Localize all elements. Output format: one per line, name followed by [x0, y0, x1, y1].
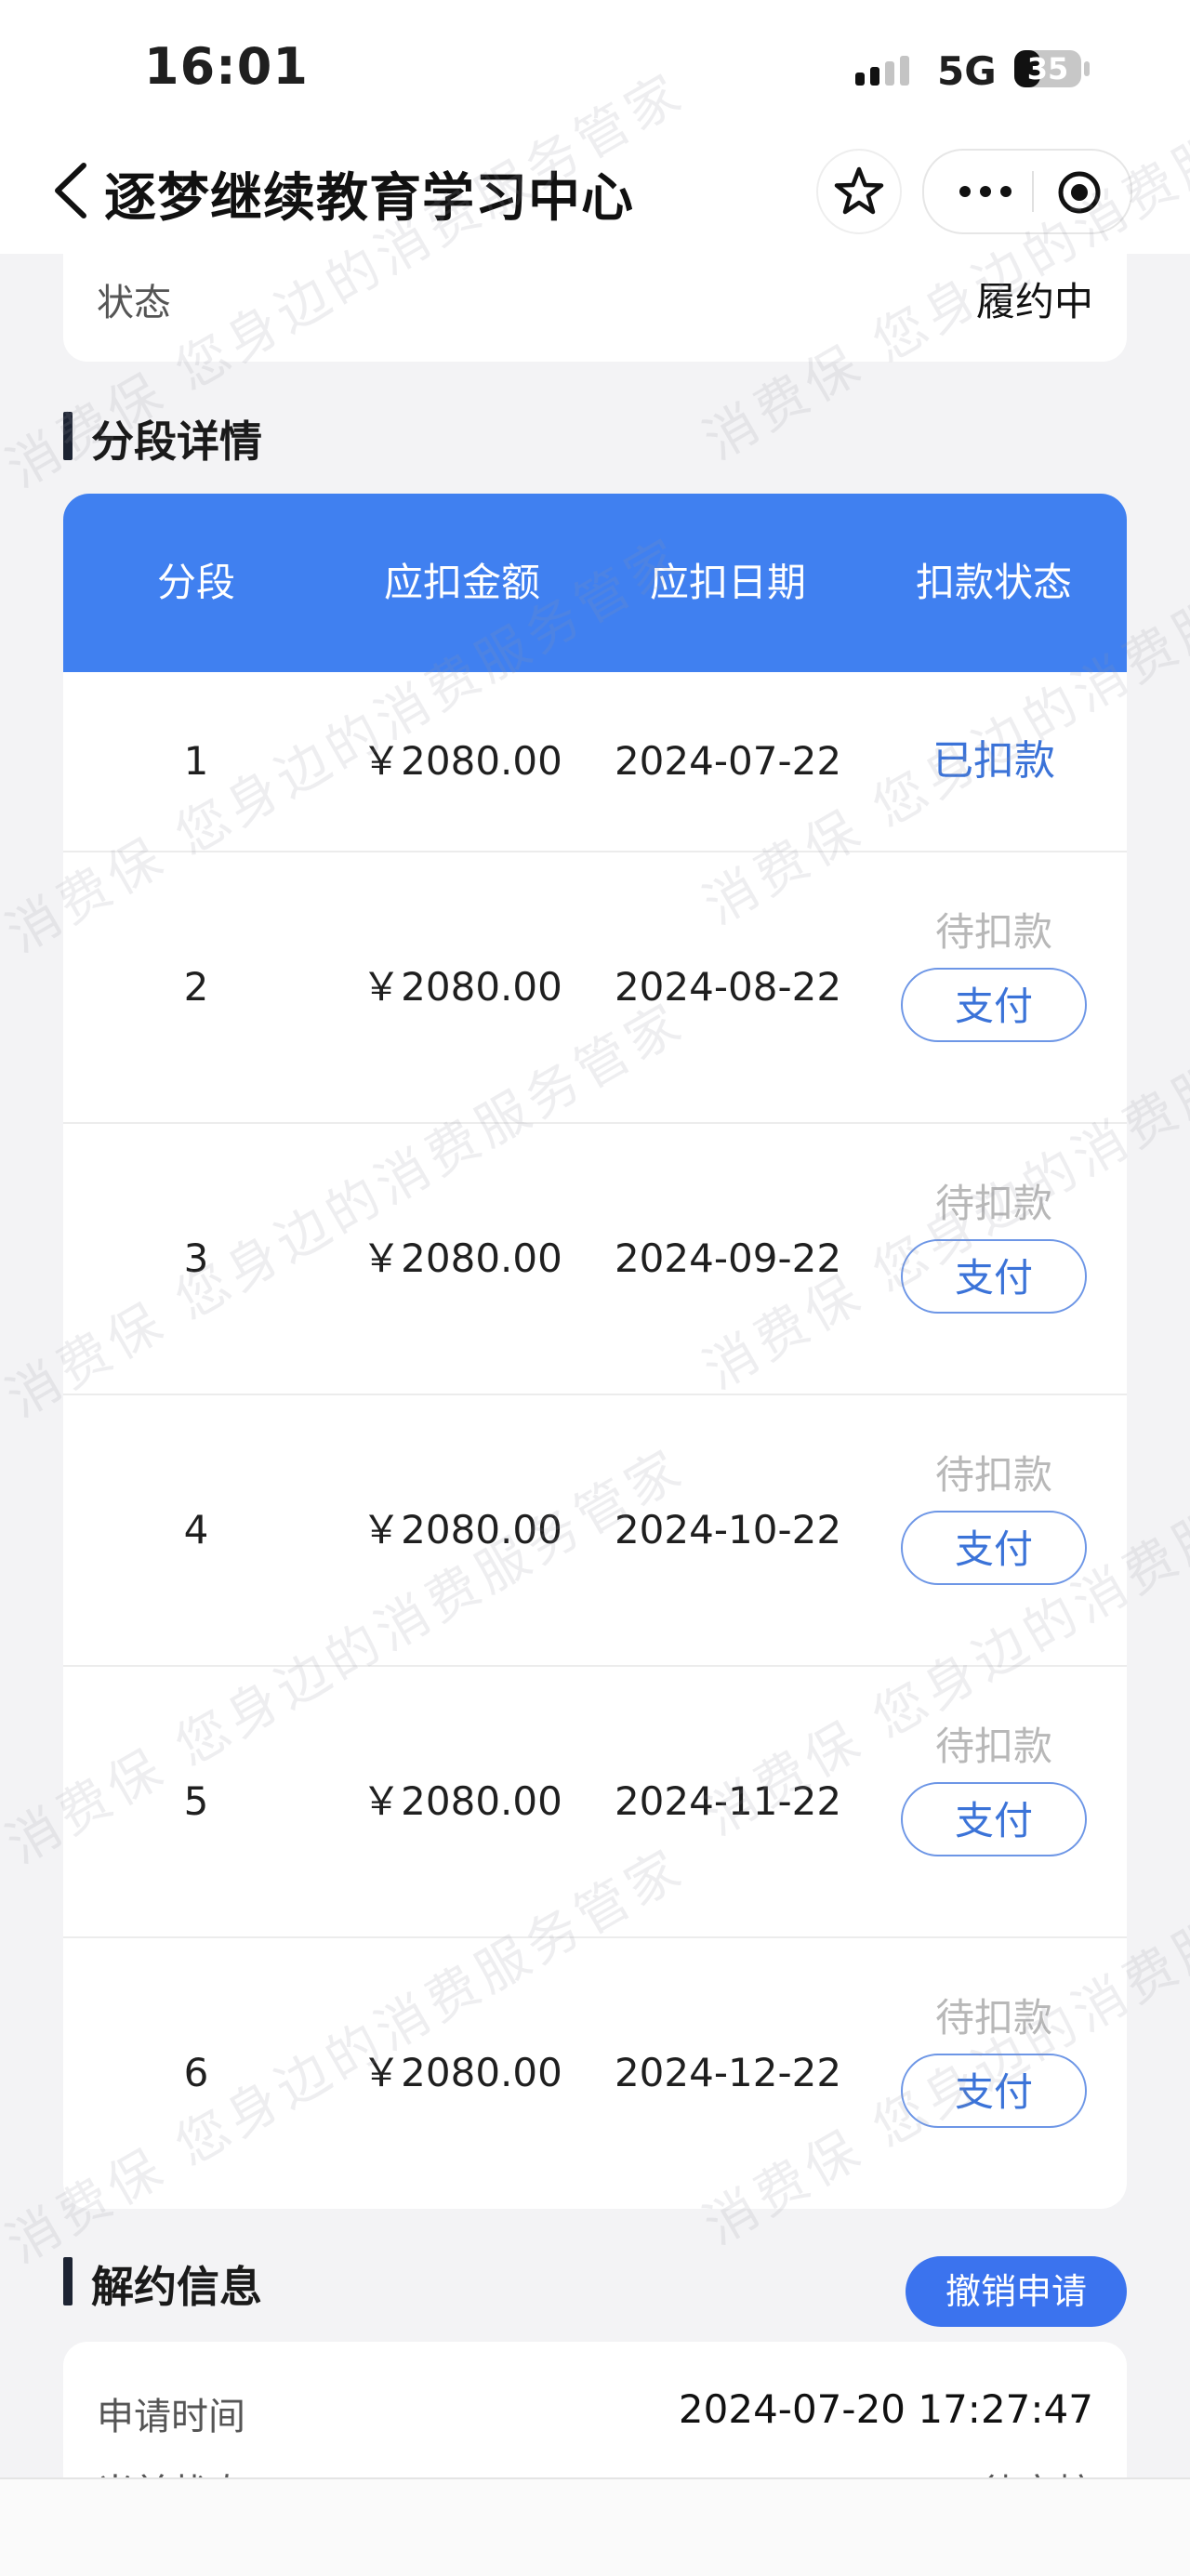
section-accent-bar: [63, 412, 73, 460]
segment-status: 待扣款: [934, 909, 1052, 955]
apply-time-value: 2024-07-20 17:27:47: [678, 2386, 1093, 2432]
segment-index: 5: [183, 1778, 209, 1824]
bottom-bar: [0, 2477, 1190, 2576]
segment-status: 待扣款: [934, 1181, 1052, 1226]
battery-level: 35: [1026, 51, 1069, 86]
page-title: 逐梦继续教育学习中心: [104, 168, 634, 229]
signal-icon: [855, 56, 909, 86]
segment-amount: ￥2080.00: [362, 964, 562, 1010]
star-icon: [834, 166, 884, 215]
apply-time-label: 申请时间: [97, 2396, 245, 2438]
favorite-button[interactable]: [816, 149, 902, 234]
network-type: 5G: [937, 48, 997, 94]
table-header: 分段 应扣金额 应扣日期 扣款状态: [63, 494, 1127, 672]
segment-amount: ￥2080.00: [362, 1235, 562, 1281]
segment-date: 2024-10-22: [614, 1507, 842, 1552]
table-row: 1 ￥2080.00 2024-07-22 已扣款: [63, 672, 1127, 852]
close-miniapp-icon[interactable]: [1056, 169, 1103, 216]
revoke-application-button[interactable]: 撤销申请: [906, 2256, 1127, 2327]
pay-button[interactable]: 支付: [901, 2054, 1087, 2128]
segment-status-cell: 待扣款 支付: [861, 1124, 1127, 1394]
segment-index: 6: [183, 2050, 209, 2095]
cancellation-title: 解约信息: [91, 2262, 262, 2312]
capsule-divider: [1032, 171, 1034, 212]
back-arrow-icon[interactable]: [48, 158, 93, 223]
segment-status: 待扣款: [934, 1724, 1052, 1769]
table-row: 3 ￥2080.00 2024-09-22 待扣款 支付: [63, 1124, 1127, 1395]
header-status: 扣款状态: [915, 560, 1072, 605]
segments-table: 分段 应扣金额 应扣日期 扣款状态 1 ￥2080.00 2024-07-22 …: [63, 494, 1127, 2209]
segment-date: 2024-07-22: [614, 738, 842, 784]
segment-index: 4: [183, 1507, 209, 1552]
segment-amount: ￥2080.00: [362, 738, 562, 784]
table-row: 5 ￥2080.00 2024-11-22 待扣款 支付: [63, 1667, 1127, 1938]
segment-status-cell: 待扣款 支付: [861, 1395, 1127, 1665]
section-accent-bar: [63, 2257, 73, 2305]
segment-index: 3: [183, 1235, 209, 1281]
segment-amount: ￥2080.00: [362, 1778, 562, 1824]
segment-status-cell: 待扣款 支付: [861, 1938, 1127, 2208]
header-date: 应扣日期: [649, 560, 806, 605]
table-row: 2 ￥2080.00 2024-08-22 待扣款 支付: [63, 852, 1127, 1124]
segment-index: 1: [183, 738, 209, 784]
segment-index: 2: [183, 964, 209, 1010]
header-amount: 应扣金额: [383, 560, 540, 605]
status-time: 16:01: [144, 37, 309, 96]
segments-title: 分段详情: [91, 416, 262, 467]
segment-date: 2024-11-22: [614, 1778, 842, 1824]
table-row: 6 ￥2080.00 2024-12-22 待扣款 支付: [63, 1938, 1127, 2208]
segment-amount: ￥2080.00: [362, 2050, 562, 2095]
battery-icon: 35: [1013, 48, 1091, 89]
pay-button[interactable]: 支付: [901, 1511, 1087, 1585]
miniapp-capsule: [922, 149, 1132, 234]
pay-button[interactable]: 支付: [901, 1239, 1087, 1314]
segment-date: 2024-09-22: [614, 1235, 842, 1281]
segment-status-cell: 待扣款 支付: [861, 1667, 1127, 1936]
segment-amount: ￥2080.00: [362, 1507, 562, 1552]
segment-status-cell: 待扣款 支付: [861, 852, 1127, 1122]
more-icon[interactable]: [956, 173, 1015, 210]
pay-button[interactable]: 支付: [901, 968, 1087, 1042]
status-value: 履约中: [975, 279, 1093, 324]
header-segment: 分段: [156, 560, 235, 605]
status-label: 状态: [97, 282, 171, 324]
segment-date: 2024-12-22: [614, 2050, 842, 2095]
table-row: 4 ￥2080.00 2024-10-22 待扣款 支付: [63, 1395, 1127, 1667]
segment-status: 待扣款: [934, 1995, 1052, 2041]
segment-status: 已扣款: [932, 737, 1055, 785]
pay-button[interactable]: 支付: [901, 1782, 1087, 1856]
top-bar: 16:01 5G 35 逐梦继续教育学习中心: [0, 0, 1190, 254]
segment-status: 待扣款: [934, 1452, 1052, 1498]
cancellation-card: 申请时间 2024-07-20 17:27:47 当前状态 待审核: [63, 2342, 1127, 2490]
segment-date: 2024-08-22: [614, 964, 842, 1010]
